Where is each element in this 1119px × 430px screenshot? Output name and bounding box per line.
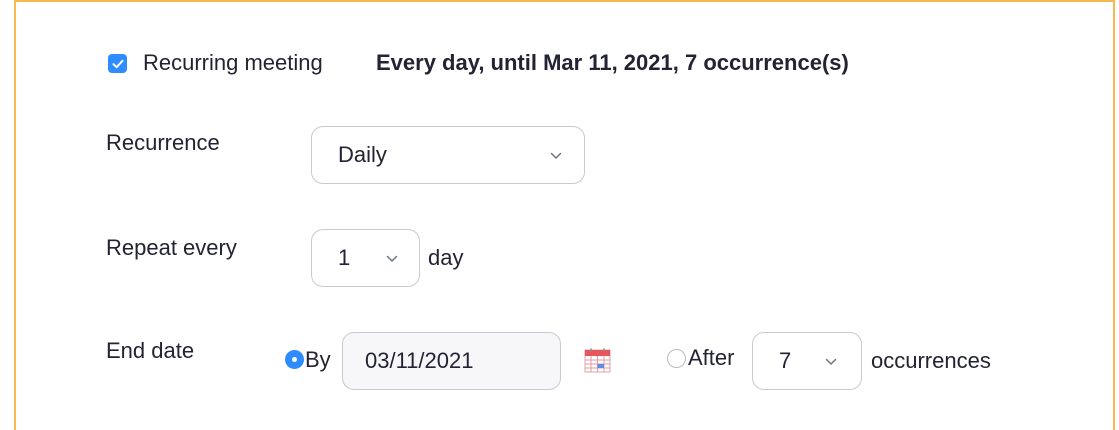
- recurrence-label: Recurrence: [106, 130, 220, 155]
- repeat-every-label: Repeat every: [106, 235, 237, 260]
- occurrences-select[interactable]: 7: [752, 332, 862, 390]
- chevron-down-icon: [550, 152, 562, 159]
- checkmark-icon: [112, 59, 123, 68]
- recurrence-select[interactable]: Daily: [311, 126, 585, 184]
- end-after-radio[interactable]: [667, 349, 686, 368]
- recurrence-selected-value: Daily: [338, 142, 387, 167]
- repeat-unit-label: day: [428, 245, 464, 270]
- chevron-down-icon: [825, 358, 837, 365]
- repeat-interval-value: 1: [338, 245, 351, 270]
- end-date-value: 03/11/2021: [365, 348, 474, 373]
- occurrences-value: 7: [779, 348, 792, 373]
- end-by-radio[interactable]: [285, 350, 304, 369]
- chevron-down-icon: [386, 255, 398, 262]
- occurrences-unit-label: occurrences: [871, 348, 991, 373]
- end-date-label: End date: [106, 338, 195, 363]
- calendar-icon[interactable]: [584, 348, 611, 373]
- recurrence-summary: Every day, until Mar 11, 2021, 7 occurre…: [376, 50, 849, 75]
- recurring-meeting-checkbox[interactable]: [108, 54, 127, 73]
- end-after-label[interactable]: After: [688, 345, 734, 371]
- recurring-meeting-label[interactable]: Recurring meeting: [143, 50, 323, 76]
- repeat-interval-select[interactable]: 1: [311, 229, 420, 287]
- end-by-label[interactable]: By: [305, 347, 331, 373]
- end-date-input[interactable]: 03/11/2021: [342, 332, 561, 390]
